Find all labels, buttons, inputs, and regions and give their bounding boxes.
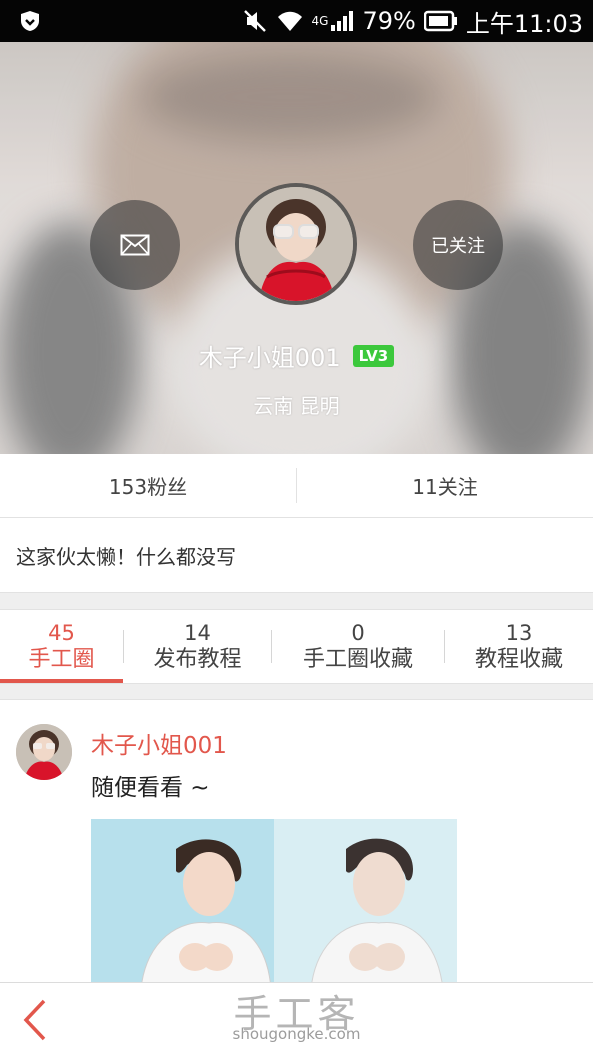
tab-count: 45 [48,620,75,645]
tab-label: 手工圈收藏 [302,646,413,672]
profile-header: 已关注 木子小姐001 LV3 云南 昆明 [0,42,593,454]
message-button[interactable] [90,200,180,290]
tab-label: 教程收藏 [474,646,563,672]
tab-count: 13 [505,620,533,645]
tab-handcraft-circle[interactable]: 45 手工圈 [0,610,123,683]
battery-percent: 79% [362,7,416,35]
network-type: 4G [311,14,329,28]
post-text: 随便看看 ~ [91,775,210,801]
watermark-url: shougongke.com [232,1025,361,1043]
profile-name-row: 木子小姐001 LV3 [0,338,593,373]
tab-count: 14 [184,620,211,645]
section-divider [0,684,593,700]
post-image[interactable] [91,819,457,982]
battery-icon [423,10,458,32]
tab-count: 0 [351,620,365,645]
signal-icon [330,10,354,32]
following-count[interactable]: 11关注 [297,454,593,517]
status-bar: 4G 79% 上午11:03 [0,0,593,42]
tab-tutorial-favorites[interactable]: 13 教程收藏 [445,610,593,683]
mute-icon [242,8,268,34]
profile-location: 云南 昆明 [253,394,340,418]
tab-circle-favorites[interactable]: 0 手工圈收藏 [272,610,444,683]
envelope-icon [120,234,150,256]
bottom-bar: 手工客 shougongke.com [0,982,593,1054]
shield-icon [20,10,40,36]
clock: 上午11:03 [465,9,583,38]
fans-count[interactable]: 153粉丝 [0,454,296,517]
tab-published-tutorials[interactable]: 14 发布教程 [124,610,271,683]
avatar[interactable] [235,183,357,305]
profile-bio: 这家伙太懒！什么都没写 [0,518,593,592]
post-author-avatar[interactable] [16,724,72,780]
tab-bar: 45 手工圈 14 发布教程 0 手工圈收藏 13 教程收藏 [0,610,593,684]
profile-username: 木子小姐001 [198,344,341,372]
tab-label: 手工圈 [28,646,95,672]
post-author-name[interactable]: 木子小姐001 [91,726,227,760]
level-badge: LV3 [352,344,395,367]
post-card[interactable]: 木子小姐001 随便看看 ~ [0,700,593,982]
stats-bar: 153粉丝 11关注 [0,454,593,518]
follow-button[interactable]: 已关注 [413,200,503,290]
section-divider [0,592,593,610]
tab-label: 发布教程 [153,646,242,672]
wifi-icon [276,9,304,33]
